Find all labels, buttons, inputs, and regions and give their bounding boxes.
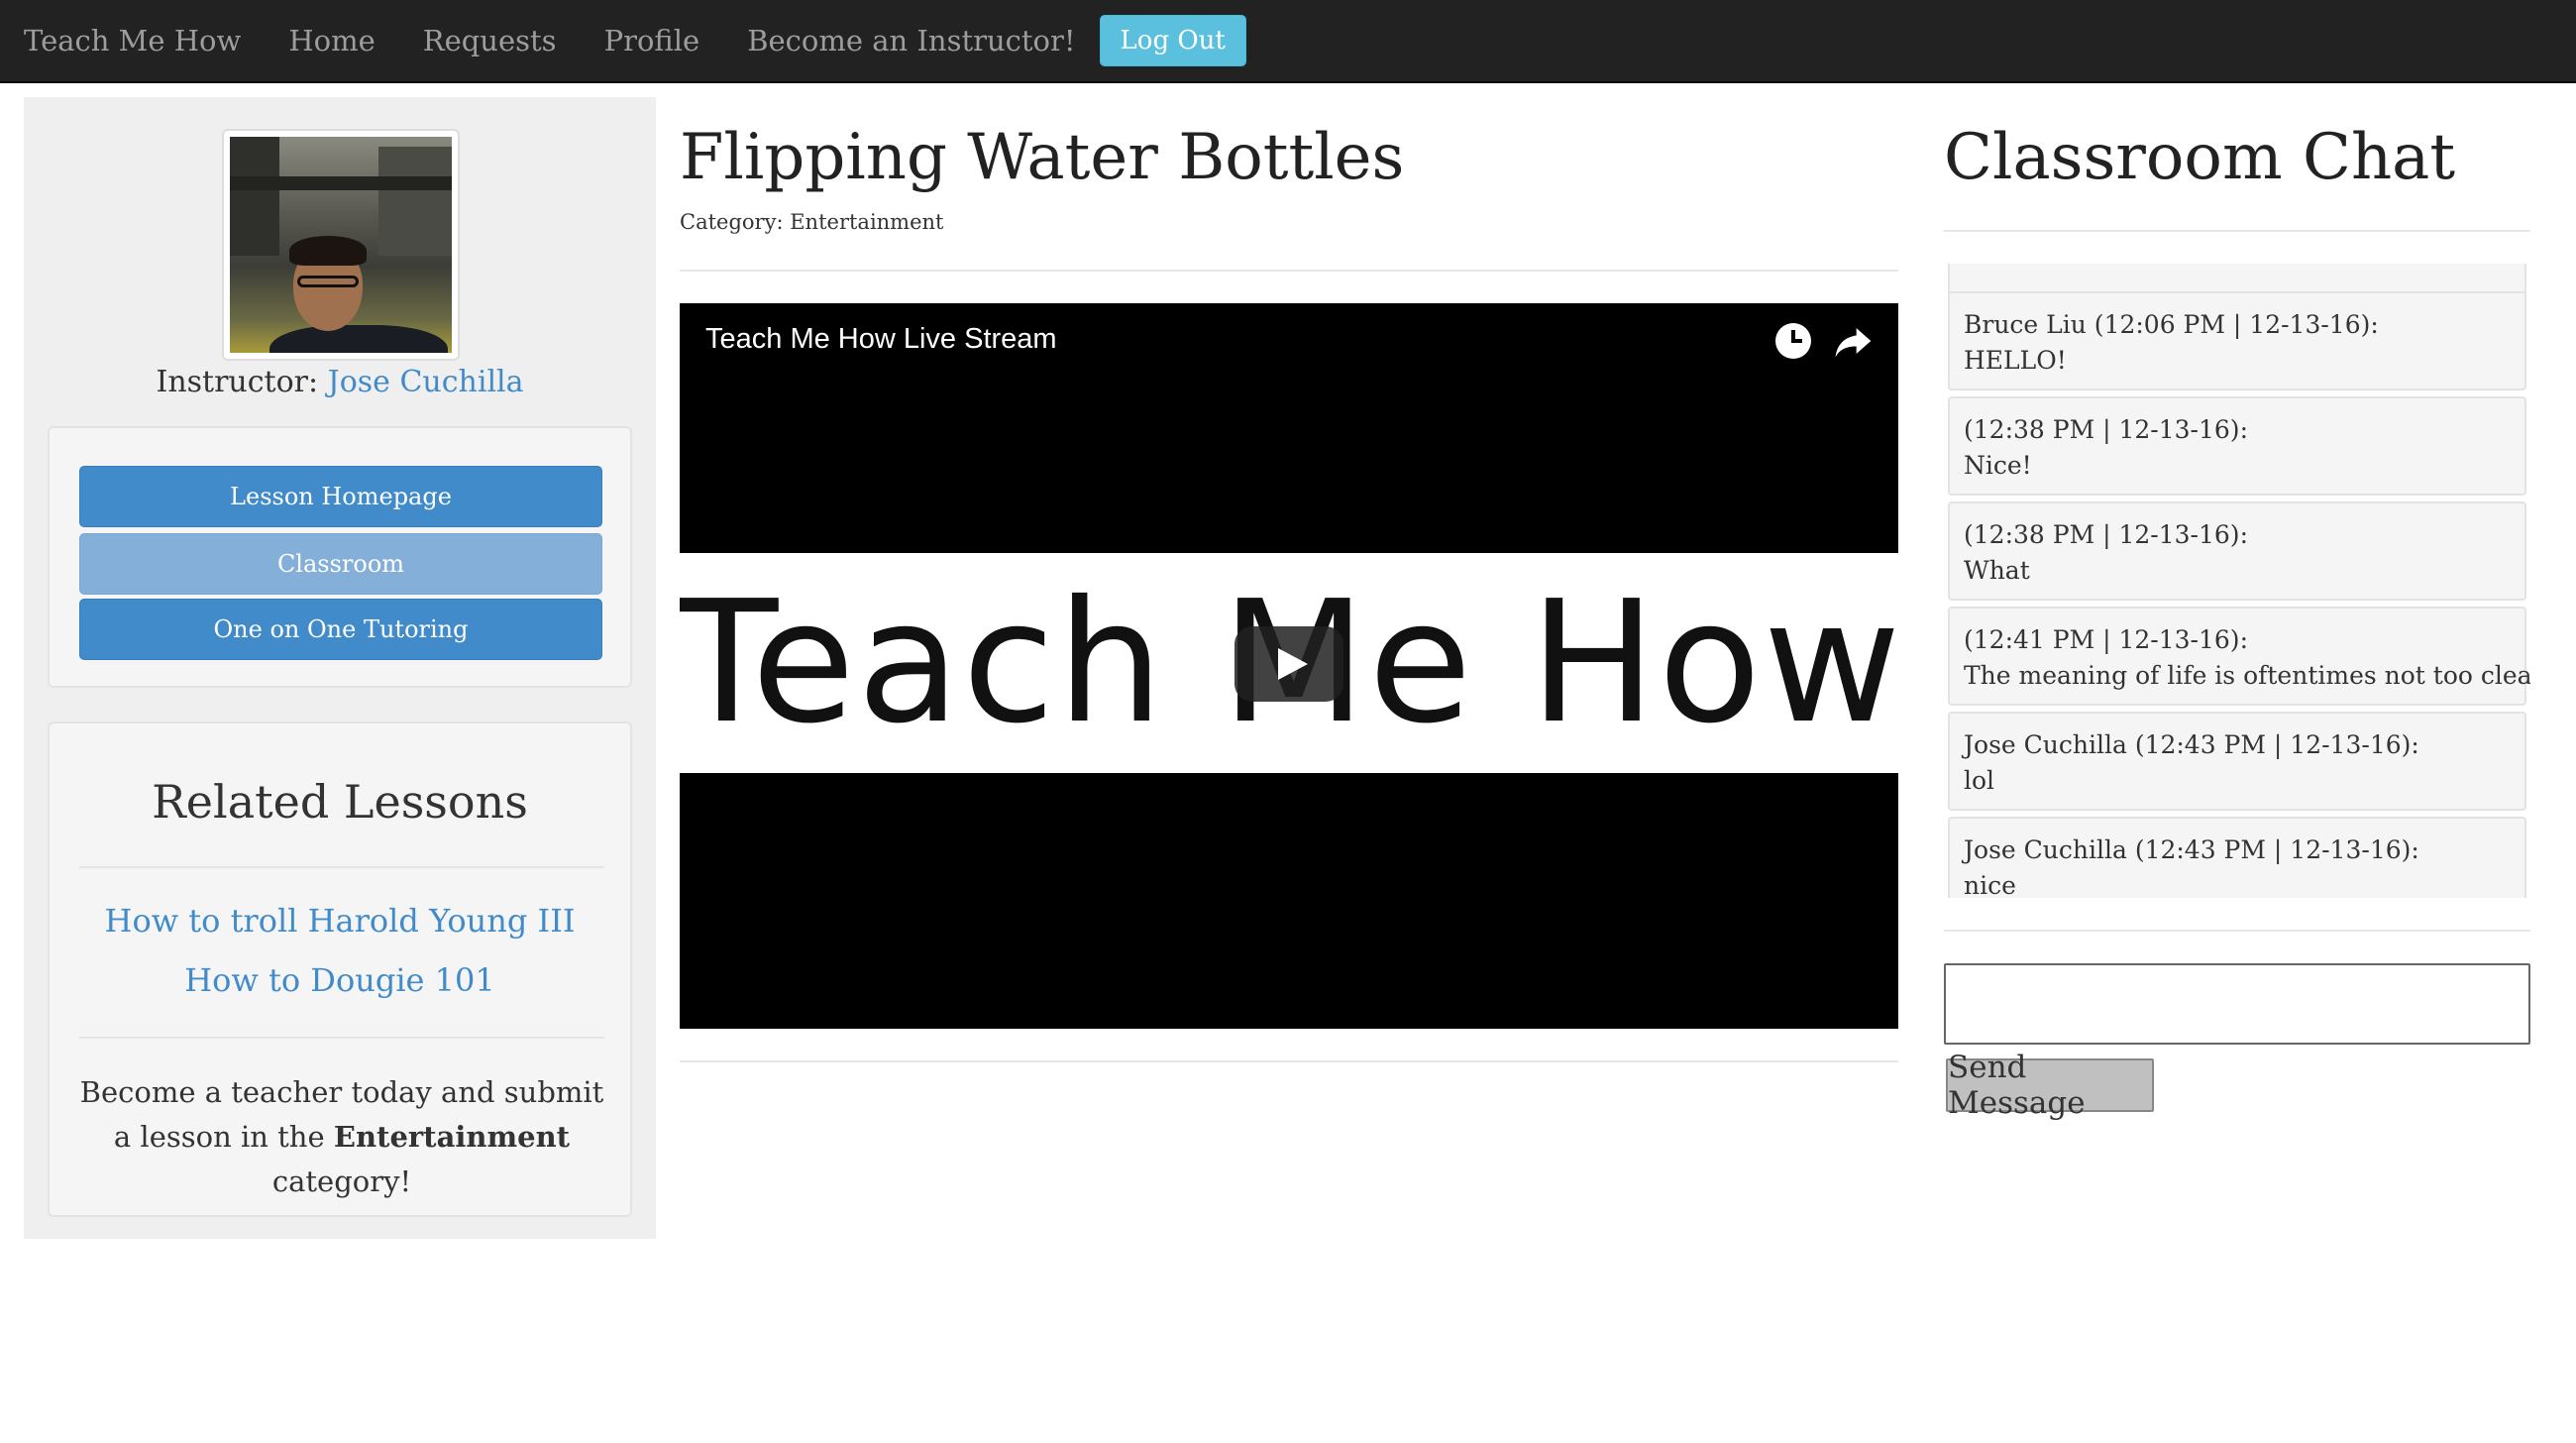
instructor-label: Instructor: — [156, 365, 319, 399]
divider — [79, 1037, 604, 1039]
lesson-homepage-button[interactable]: Lesson Homepage — [79, 466, 602, 527]
chat-message-header: (12:41 PM | 12-13-16): — [1964, 625, 2248, 654]
chat-message: Jose Cuchilla (12:43 PM | 12-13-16): lol — [1948, 712, 2526, 811]
divider — [79, 866, 604, 868]
related-lessons-panel: Related Lessons How to troll Harold Youn… — [48, 722, 632, 1217]
play-icon[interactable] — [1234, 626, 1343, 702]
nav-item-profile[interactable]: Profile — [581, 24, 724, 57]
instructor-line: Instructor: Jose Cuchilla — [24, 365, 656, 399]
chat-message: (12:38 PM | 12-13-16): What — [1948, 501, 2526, 601]
divider — [680, 1060, 1898, 1062]
chat-title: Classroom Chat — [1944, 121, 2456, 194]
share-icon[interactable] — [1831, 319, 1875, 363]
promo-text-end: category! — [271, 1165, 412, 1198]
chat-message-text: The meaning of life is oftentimes not to… — [1964, 661, 2530, 690]
top-navbar: Teach Me How Home Requests Profile Becom… — [0, 0, 2576, 83]
logout-button[interactable]: Log Out — [1099, 15, 1246, 66]
divider — [680, 270, 1898, 272]
divider — [1944, 930, 2530, 932]
chat-message-list[interactable]: Bruce Liu (12:06 PM | 12-13-16): HELLO! … — [1944, 264, 2530, 898]
category-label: Category: — [680, 210, 784, 234]
category-value: Entertainment — [790, 210, 944, 234]
chat-message-header: Jose Cuchilla (12:43 PM | 12-13-16): — [1964, 835, 2419, 864]
chat-message: Bruce Liu (12:06 PM | 12-13-16): HELLO! — [1948, 291, 2526, 390]
nav-item-requests[interactable]: Requests — [399, 24, 581, 57]
avatar — [222, 129, 460, 361]
promo-category: Entertainment — [333, 1120, 571, 1154]
related-lessons-title: Related Lessons — [152, 775, 528, 829]
lesson-title: Flipping Water Bottles — [680, 121, 1405, 194]
chat-message-text: nice — [1964, 871, 2016, 898]
classroom-button[interactable]: Classroom — [79, 533, 602, 595]
instructor-name-link[interactable]: Jose Cuchilla — [328, 365, 524, 399]
chat-message-header: (12:38 PM | 12-13-16): — [1964, 520, 2248, 549]
divider — [1944, 230, 2530, 232]
video-player[interactable]: Teach Me How Teach Me How Live Stream — [680, 303, 1898, 1029]
chat-message-header: Bruce Liu (12:06 PM | 12-13-16): — [1964, 310, 2379, 339]
lesson-category: Category: Entertainment — [680, 210, 943, 234]
watch-later-icon[interactable] — [1775, 323, 1811, 359]
one-on-one-tutoring-button[interactable]: One on One Tutoring — [79, 599, 602, 660]
nav-brand[interactable]: Teach Me How — [0, 24, 265, 57]
chat-message-text: Nice! — [1964, 451, 2032, 480]
chat-message-input[interactable] — [1944, 963, 2530, 1045]
chat-message-text: lol — [1964, 766, 1995, 795]
instructor-photo — [230, 137, 452, 353]
nav-item-become-instructor[interactable]: Become an Instructor! — [723, 24, 1099, 57]
become-teacher-promo: Become a teacher today and submit a less… — [79, 1070, 604, 1204]
chat-message-header: Jose Cuchilla (12:43 PM | 12-13-16): — [1964, 730, 2419, 759]
related-lesson-link[interactable]: How to troll Harold Young III — [50, 902, 630, 940]
lesson-nav-panel: Lesson Homepage Classroom One on One Tut… — [48, 426, 632, 688]
chat-message: (12:41 PM | 12-13-16): The meaning of li… — [1948, 607, 2530, 706]
nav-item-home[interactable]: Home — [265, 24, 398, 57]
chat-message: Jose Cuchilla (12:43 PM | 12-13-16): nic… — [1948, 817, 2526, 898]
video-title[interactable]: Teach Me How Live Stream — [705, 323, 1057, 356]
lesson-sidebar: Instructor: Jose Cuchilla Lesson Homepag… — [24, 97, 656, 1239]
chat-message-text: HELLO! — [1964, 346, 2067, 375]
related-lesson-link[interactable]: How to Dougie 101 — [50, 961, 630, 999]
chat-message-text: What — [1964, 556, 2030, 585]
chat-message-header: (12:38 PM | 12-13-16): — [1964, 415, 2248, 444]
chat-message: (12:38 PM | 12-13-16): Nice! — [1948, 396, 2526, 496]
send-message-button[interactable]: Send Message — [1946, 1050, 2154, 1121]
